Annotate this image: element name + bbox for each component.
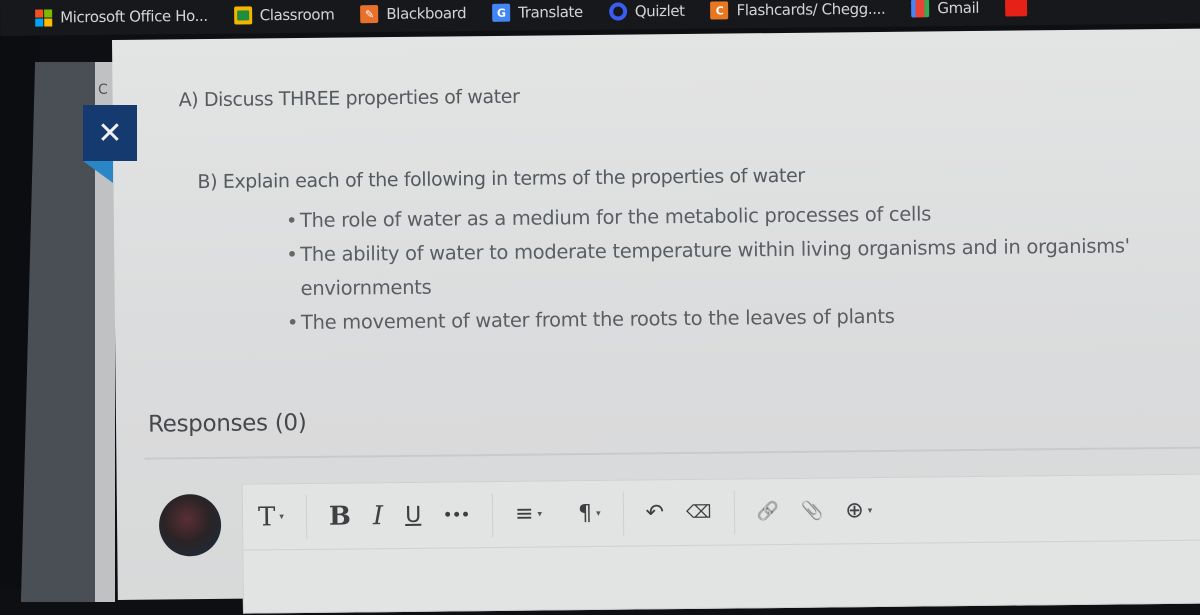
bookmark-microsoft-office[interactable]: Microsoft Office Ho... — [35, 7, 208, 27]
insert-link-button[interactable]: 🔗 — [756, 501, 779, 522]
attach-file-button[interactable]: 📎 — [801, 501, 824, 522]
undo-button[interactable]: ↶ — [645, 500, 664, 525]
underline-button[interactable]: U — [405, 503, 421, 528]
toolbar-separator — [733, 490, 735, 535]
clear-formatting-button[interactable]: ⌫ — [686, 502, 712, 523]
question-part-a: A) Discuss THREE properties of water — [178, 85, 520, 112]
bookmark-classroom[interactable]: Classroom — [233, 5, 335, 25]
gmail-icon — [911, 0, 930, 18]
close-button[interactable]: ✕ — [83, 105, 137, 161]
bookmark-label: Gmail — [937, 0, 980, 18]
bookmark-label: Translate — [518, 2, 583, 22]
plus-circle-icon: ⊕ — [845, 498, 864, 524]
bookmark-label: Classroom — [259, 5, 335, 25]
user-avatar — [158, 493, 222, 557]
close-icon: ✕ — [97, 115, 123, 151]
toolbar-separator — [491, 492, 494, 537]
bookmark-label: Blackboard — [386, 4, 467, 23]
bookmark-quizlet[interactable]: Quizlet — [608, 1, 685, 21]
more-formatting-button[interactable]: ••• — [443, 507, 470, 523]
divider — [144, 446, 1200, 460]
youtube-icon — [1004, 0, 1028, 17]
google-classroom-icon — [233, 6, 252, 25]
paperclip-icon: 📎 — [800, 500, 824, 522]
bookmark-chegg[interactable]: C Flashcards/ Chegg.... — [710, 0, 886, 20]
microsoft-office-icon — [35, 8, 53, 27]
bookmark-youtube[interactable] — [1004, 0, 1035, 17]
close-panel[interactable]: ✕ — [83, 105, 137, 183]
paragraph-icon: ¶ — [577, 500, 593, 527]
bookmark-gmail[interactable]: Gmail — [911, 0, 980, 18]
responses-heading: Responses (0) — [147, 409, 307, 438]
align-dropdown[interactable]: ≡ ▾ — [515, 502, 542, 527]
question-bullet-list: The role of water as a medium for the me… — [286, 195, 1147, 340]
google-translate-icon: G — [492, 3, 511, 22]
bookmark-label: Quizlet — [634, 1, 685, 21]
chegg-icon: C — [710, 1, 729, 20]
quizlet-icon — [608, 2, 627, 21]
editor-toolbar: T ▾ B I U ••• ≡ ▾ ¶ ▾ ↶ ⌫ 🔗 📎 ⊕ ▾ — [242, 474, 1200, 551]
insert-content-dropdown[interactable]: ⊕ ▾ — [845, 498, 872, 523]
text-style-dropdown[interactable]: T ▾ — [258, 502, 284, 532]
link-icon: 🔗 — [756, 501, 780, 523]
eraser-icon: ⌫ — [685, 501, 712, 524]
list-item: The ability of water to moderate tempera… — [286, 229, 1147, 306]
paragraph-dropdown[interactable]: ¶ ▾ — [578, 501, 601, 526]
chevron-down-icon: ▾ — [279, 511, 284, 522]
partial-label: C — [98, 82, 108, 98]
response-editor[interactable]: T ▾ B I U ••• ≡ ▾ ¶ ▾ ↶ ⌫ 🔗 📎 ⊕ ▾ — [241, 473, 1200, 614]
text-style-icon: T — [257, 501, 276, 532]
bookmark-label: Microsoft Office Ho... — [60, 6, 208, 27]
chevron-down-icon: ▾ — [537, 509, 543, 520]
undo-icon: ↶ — [645, 500, 665, 526]
bookmark-translate[interactable]: G Translate — [492, 3, 583, 22]
discussion-content: A) Discuss THREE properties of water B) … — [112, 28, 1200, 614]
chevron-down-icon: ▾ — [867, 505, 873, 516]
chevron-down-icon: ▾ — [596, 508, 601, 519]
bookmark-blackboard[interactable]: ✎ Blackboard — [360, 4, 467, 24]
italic-button[interactable]: I — [373, 501, 384, 531]
blackboard-icon: ✎ — [360, 5, 379, 24]
toolbar-separator — [622, 491, 624, 536]
toolbar-separator — [305, 494, 308, 539]
align-left-icon: ≡ — [514, 501, 534, 527]
bookmark-label: Flashcards/ Chegg.... — [736, 0, 886, 20]
bold-button[interactable]: B — [329, 501, 351, 531]
question-part-b: B) Explain each of the following in term… — [197, 164, 805, 194]
